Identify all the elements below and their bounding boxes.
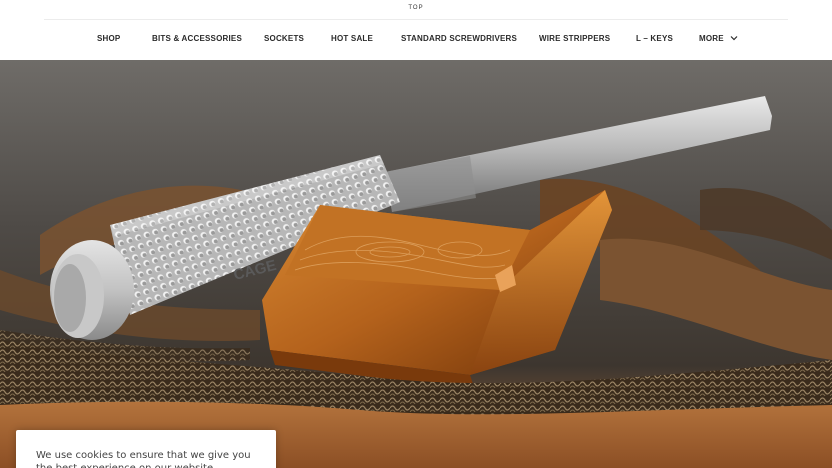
nav-item-bits-accessories[interactable]: BITS & ACCESSORIES: [152, 34, 242, 43]
nav-item-standard-screwdrivers[interactable]: STANDARD SCREWDRIVERS: [401, 34, 517, 43]
brand-logo[interactable]: [330, 0, 502, 4]
nav-item-wire-strippers[interactable]: WIRE STRIPPERS: [539, 34, 610, 43]
chevron-down-icon: [730, 36, 738, 41]
header-divider: [44, 19, 788, 20]
nav-item-sockets[interactable]: SOCKETS: [264, 34, 304, 43]
brand-tagline: TOP: [408, 5, 424, 11]
nav-item-hot-sale[interactable]: HOT SALE: [331, 34, 373, 43]
nav-item-more[interactable]: MORE: [699, 34, 738, 43]
cookie-message: We use cookies to ensure that we give yo…: [36, 450, 251, 468]
hero-image: CAGE: [0, 96, 832, 468]
cookie-consent-box: We use cookies to ensure that we give yo…: [16, 430, 276, 468]
hero-banner: CAGE: [0, 60, 832, 468]
site-header: TOP SHOP BITS & ACCESSORIES SOCKETS HOT …: [0, 0, 832, 60]
nav-item-more-label: MORE: [699, 34, 724, 43]
nav-item-shop[interactable]: SHOP: [97, 34, 120, 43]
nav-item-l-keys[interactable]: L – KEYS: [636, 34, 673, 43]
main-navigation: SHOP BITS & ACCESSORIES SOCKETS HOT SALE…: [0, 34, 832, 46]
